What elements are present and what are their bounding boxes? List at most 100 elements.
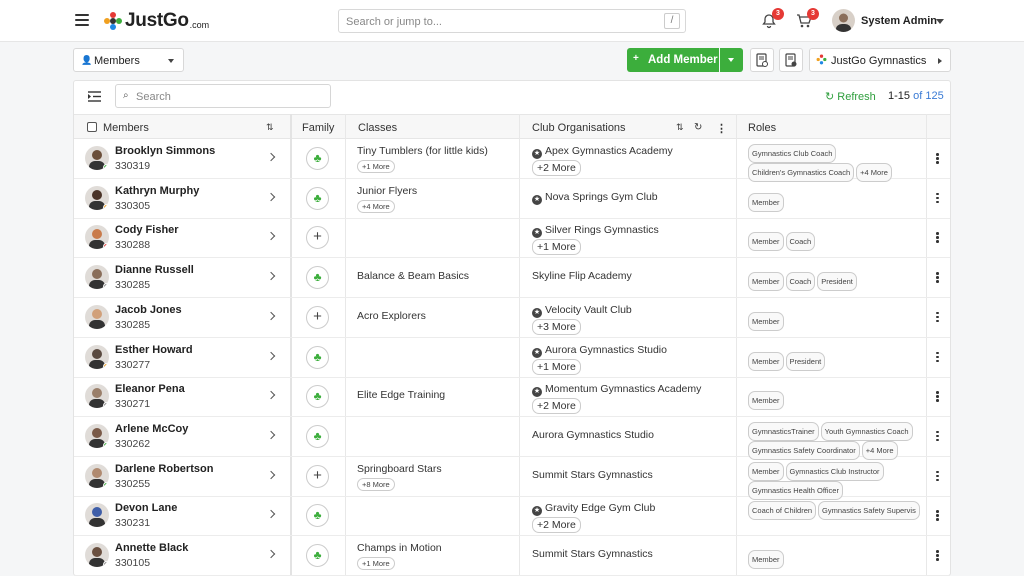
chevron-right-icon[interactable] [266, 390, 276, 400]
report-button[interactable] [779, 48, 803, 72]
member-name[interactable]: Annette Black [115, 542, 188, 554]
avatar[interactable] [85, 384, 109, 409]
family-tree-icon[interactable]: ♣ [306, 504, 329, 528]
family-tree-icon[interactable]: ♣ [306, 385, 329, 409]
refresh-button[interactable]: ↻ Refresh [825, 90, 876, 103]
col-classes[interactable]: Classes [358, 122, 397, 134]
view-dropdown[interactable]: 👤 Members [73, 48, 184, 72]
table-row[interactable]: Jacob Jones 330285 + Acro Explorers ★ Velocit… [74, 298, 950, 338]
add-family-icon[interactable]: + [306, 464, 329, 488]
clubs-more-badge[interactable]: +2 More [532, 398, 581, 415]
table-row[interactable]: Eleanor Pena 330271 ♣ Elite Edge Training ★ M… [74, 377, 950, 418]
brand-logo[interactable]: JustGo .com [103, 10, 209, 32]
clubs-more-badge[interactable]: +1 More [532, 358, 581, 375]
row-menu-icon[interactable] [936, 430, 939, 443]
chevron-right-icon[interactable] [266, 510, 276, 519]
chevron-right-icon[interactable] [266, 311, 276, 321]
menu-icon[interactable] [75, 14, 89, 26]
table-row[interactable]: Brooklyn Simmons 330319 ♣ Tiny Tumblers (fo… [74, 139, 950, 182]
family-tree-icon[interactable]: ♣ [306, 266, 329, 290]
sort-icon[interactable]: ⇅ [676, 122, 684, 133]
sort-icon[interactable]: ⇅ [266, 122, 274, 133]
chevron-right-icon[interactable] [266, 192, 276, 201]
sync-icon[interactable]: ↻ [694, 122, 702, 133]
chevron-right-icon[interactable] [266, 232, 276, 241]
user-name[interactable]: System Admin [861, 15, 937, 27]
add-family-icon[interactable]: + [306, 226, 329, 250]
row-menu-icon[interactable] [936, 153, 939, 165]
chevron-right-icon[interactable] [266, 549, 276, 559]
classes-more-badge[interactable]: +4 More [357, 199, 395, 213]
col-roles[interactable]: Roles [748, 122, 776, 134]
row-menu-icon[interactable] [936, 311, 939, 324]
select-all-checkbox[interactable] [87, 122, 97, 132]
clubs-more-badge[interactable]: +2 More [532, 517, 581, 534]
chevron-right-icon[interactable] [266, 351, 276, 360]
member-name[interactable]: Kathryn Murphy [115, 185, 199, 197]
row-menu-icon[interactable] [936, 510, 939, 522]
col-clubs[interactable]: Club Organisations [532, 122, 626, 134]
row-menu-icon[interactable] [936, 192, 939, 205]
user-avatar[interactable] [832, 9, 855, 32]
family-tree-icon[interactable]: ♣ [306, 345, 329, 369]
export-button[interactable] [750, 48, 774, 72]
table-row[interactable]: Darlene Robertson 330255 + Springboard Star… [74, 457, 950, 500]
member-name[interactable]: Esther Howard [115, 344, 193, 356]
notifications-button[interactable]: 3 [761, 8, 784, 29]
member-name[interactable]: Jacob Jones [115, 304, 182, 316]
table-row[interactable]: Esther Howard 330277 ♣ ★ Aurora Gymnastics S… [74, 338, 950, 378]
member-name[interactable]: Eleanor Pena [115, 383, 185, 395]
member-name[interactable]: Devon Lane [115, 502, 177, 514]
row-menu-icon[interactable] [936, 391, 939, 403]
family-tree-icon[interactable]: ♣ [306, 424, 329, 448]
chevron-right-icon[interactable] [266, 152, 276, 162]
avatar[interactable] [85, 503, 109, 528]
table-row[interactable]: Kathryn Murphy 330305 ♣ Junior Flyers +4 Mor… [74, 179, 950, 219]
member-search-input[interactable]: ⌕ Search [115, 84, 331, 108]
table-row[interactable]: Arlene McCoy 330262 ♣ Aurora Gymnastics Stu… [74, 417, 950, 460]
add-member-dropdown-button[interactable] [720, 48, 743, 72]
avatar[interactable] [85, 463, 109, 488]
clubs-more-badge[interactable]: +1 More [532, 239, 581, 256]
member-name[interactable]: Arlene McCoy [115, 423, 188, 435]
family-tree-icon[interactable]: ♣ [306, 544, 329, 567]
member-name[interactable]: Cody Fisher [115, 224, 179, 236]
row-menu-icon[interactable] [936, 272, 939, 284]
global-search-input[interactable]: Search or jump to... / [338, 9, 686, 33]
avatar[interactable] [85, 543, 109, 567]
avatar[interactable] [85, 423, 109, 448]
member-name[interactable]: Dianne Russell [115, 264, 194, 276]
table-row[interactable]: Annette Black 330105 ♣ Champs in Motion +1 M… [74, 536, 950, 576]
cart-button[interactable]: 3 [796, 8, 819, 29]
avatar[interactable] [85, 265, 109, 290]
add-member-button[interactable]: + Add Member [627, 48, 719, 72]
table-row[interactable]: Cody Fisher 330288 + ★ Silver Rings Gymnasti… [74, 218, 950, 259]
organisation-selector[interactable]: JustGo Gymnastics [809, 48, 951, 72]
row-menu-icon[interactable] [936, 232, 939, 244]
add-family-icon[interactable]: + [306, 305, 329, 329]
col-members[interactable]: Members [103, 122, 149, 134]
row-menu-icon[interactable] [936, 470, 939, 483]
member-name[interactable]: Darlene Robertson [115, 463, 213, 475]
col-family[interactable]: Family [302, 122, 334, 134]
collapse-filter-icon[interactable] [88, 91, 101, 105]
avatar[interactable] [85, 146, 109, 170]
table-row[interactable]: Dianne Russell 330285 ♣ Balance & Beam Basi… [74, 258, 950, 299]
row-menu-icon[interactable] [936, 351, 939, 364]
avatar[interactable] [85, 304, 109, 329]
classes-more-badge[interactable]: +1 More [357, 557, 395, 570]
avatar[interactable] [85, 225, 109, 250]
family-tree-icon[interactable]: ♣ [306, 186, 329, 210]
classes-more-badge[interactable]: +1 More [357, 160, 395, 173]
chevron-right-icon[interactable] [266, 430, 276, 440]
chevron-right-icon[interactable] [266, 470, 276, 479]
member-name[interactable]: Brooklyn Simmons [115, 145, 215, 157]
row-menu-icon[interactable] [936, 550, 939, 562]
avatar[interactable] [85, 344, 109, 369]
column-menu-icon[interactable]: ⋮ [716, 122, 727, 135]
clubs-more-badge[interactable]: +2 More [532, 160, 581, 176]
chevron-right-icon[interactable] [266, 271, 276, 281]
family-tree-icon[interactable]: ♣ [306, 147, 329, 170]
clubs-more-badge[interactable]: +3 More [532, 318, 581, 335]
avatar[interactable] [85, 185, 109, 210]
